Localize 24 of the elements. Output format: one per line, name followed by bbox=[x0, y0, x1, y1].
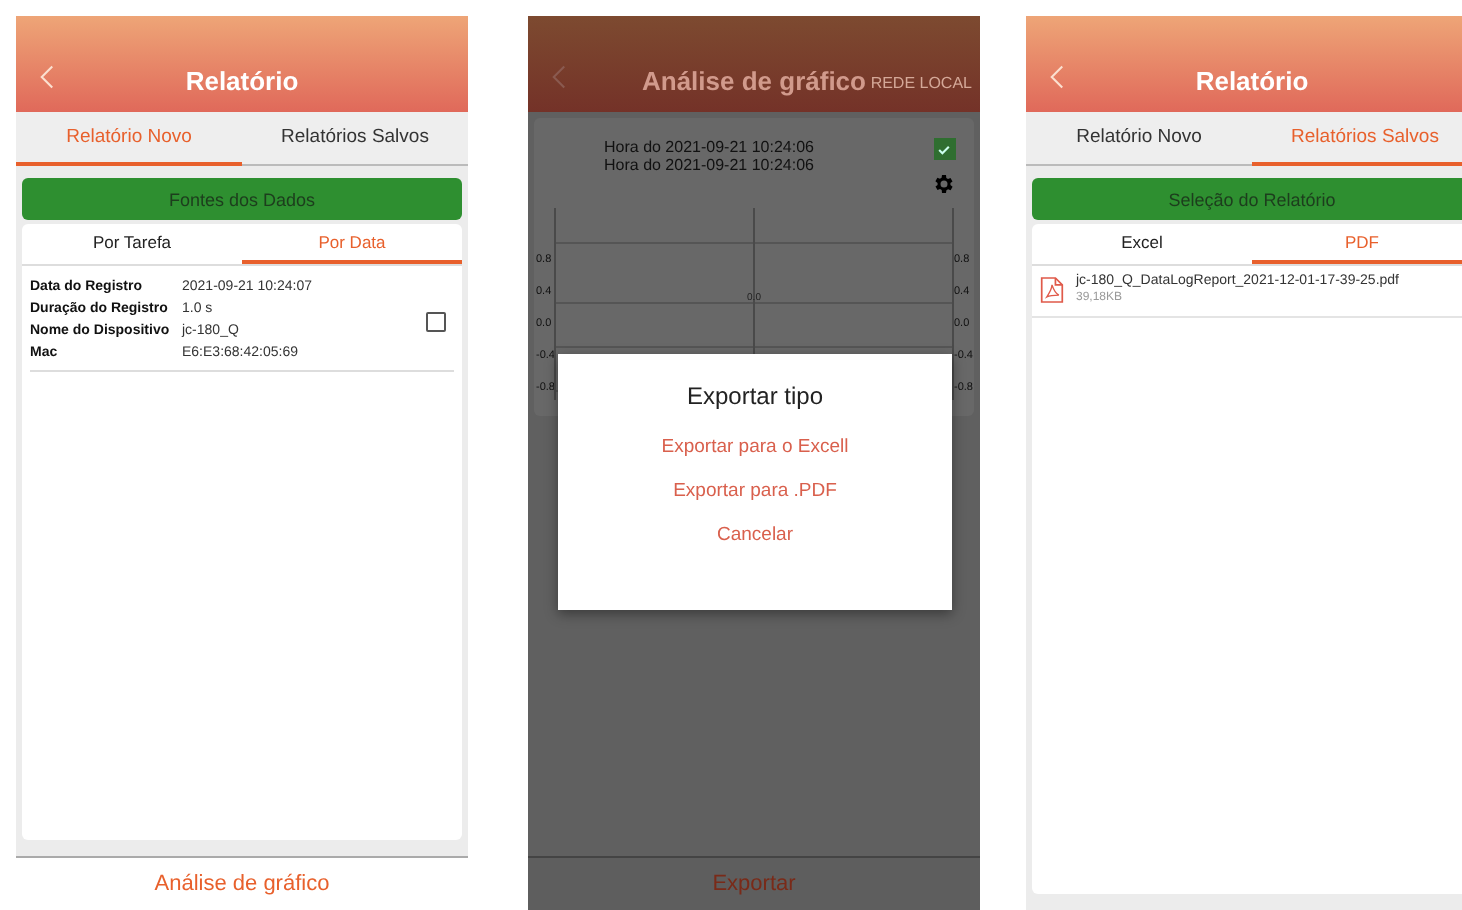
screen-title: Relatório bbox=[1195, 66, 1309, 96]
chart-analysis-button[interactable]: Análise de gráfico bbox=[154, 872, 330, 896]
tab[interactable]: Relatórios Salvos bbox=[242, 112, 468, 166]
pdf-file-icon bbox=[1040, 275, 1064, 303]
time-label: Hora do 2021-09-21 10:24:06 bbox=[604, 156, 814, 174]
checkbox[interactable] bbox=[933, 138, 955, 160]
dialog-option[interactable]: Exportar para .PDF bbox=[673, 480, 837, 502]
tab[interactable]: Relatório Novo bbox=[1026, 112, 1252, 166]
dialog-option[interactable]: Cancelar bbox=[716, 524, 794, 546]
sub-tab[interactable]: PDF bbox=[1252, 224, 1462, 264]
time-label: Hora do 2021-09-21 10:24:06 bbox=[604, 138, 814, 156]
sub-tab[interactable]: Por Tarefa bbox=[22, 224, 242, 264]
checkmark-icon bbox=[936, 141, 952, 157]
sub-tab[interactable]: Por Data bbox=[242, 224, 462, 264]
source-button[interactable]: Fontes dos Dados bbox=[22, 178, 462, 220]
sub-tab[interactable]: Excel bbox=[1032, 224, 1252, 264]
screen-title: Análise de gráfico bbox=[642, 66, 866, 96]
dialog-option[interactable]: Exportar para o Excell bbox=[661, 436, 849, 458]
checkbox[interactable] bbox=[426, 311, 446, 331]
network-button[interactable]: REDE LOCAL bbox=[870, 74, 972, 92]
dialog-title: Exportar tipo bbox=[686, 382, 824, 410]
source-button[interactable]: Seleção do Relatório bbox=[1032, 178, 1462, 220]
settings-icon[interactable] bbox=[932, 172, 956, 196]
screen-title: Relatório bbox=[185, 66, 299, 96]
